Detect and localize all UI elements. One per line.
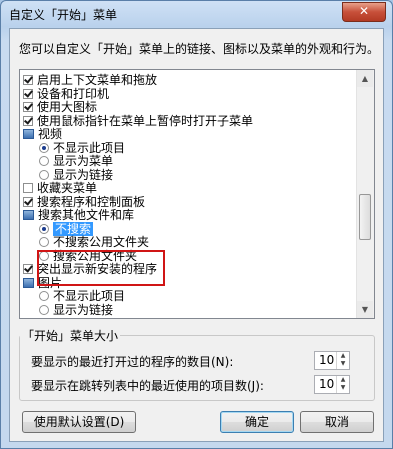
jump-list-label: 要显示在跳转列表中的最近使用的项目数(J): [31,379,264,393]
options-listbox[interactable]: 启用上下文菜单和拖放 设备和打印机 使用大图标 使用鼠标指针在菜单上暂停时打开子菜单视… [19,69,375,319]
list-item-label: 不显示此项目 [53,140,126,155]
list-group-header: 图片 [23,276,62,290]
list-item[interactable]: 突出显示新安装的程序 [23,262,157,276]
radio-icon[interactable] [39,156,49,166]
list-item-label: 显示为菜单 [53,154,114,168]
title-bar: 自定义「开始」菜单 ✕ [1,1,392,25]
checkbox-icon[interactable] [23,102,33,112]
spin-down-icon[interactable]: ▼ [337,384,349,392]
list-item[interactable]: 不搜索 [39,221,94,236]
cancel-button[interactable]: 取消 [300,411,374,433]
spin-down-icon[interactable]: ▼ [337,360,349,368]
radio-icon[interactable] [39,250,49,261]
list-item-label: 不搜索公用文件夹 [53,235,150,249]
description-text: 您可以自定义「开始」菜单上的链接、图标以及菜单的外观和行为。 [19,42,380,56]
list-item-label: 不显示此项目 [53,289,126,303]
checkbox-icon[interactable] [23,88,33,99]
list-item[interactable]: 不显示此项目 [39,289,125,303]
list-item-label: 视频 [38,127,63,141]
radio-icon[interactable] [39,142,49,153]
list-item[interactable]: 不搜索公用文件夹 [39,235,149,249]
folder-icon [23,277,34,288]
scroll-down-icon[interactable]: ▼ [357,301,373,318]
spinner-buttons[interactable]: ▲ ▼ [336,352,349,369]
spin-up-icon[interactable]: ▲ [337,376,349,384]
list-item[interactable]: 启用上下文菜单和拖放 [23,73,157,87]
list-item[interactable]: 显示为链接 [39,168,113,182]
folder-icon [23,129,34,139]
list-item-label: 突出显示新安装的程序 [37,262,158,276]
checkbox-icon[interactable] [23,75,33,85]
checkbox-icon[interactable] [23,183,33,193]
list-item[interactable]: 显示为菜单 [39,154,113,168]
options-list: 启用上下文菜单和拖放 设备和打印机 使用大图标 使用鼠标指针在菜单上暂停时打开子菜单视… [20,70,357,318]
list-item-label: 使用鼠标指针在菜单上暂停时打开子菜单 [37,113,254,128]
list-item-label: 图片 [38,275,63,290]
checkbox-icon[interactable] [23,264,33,274]
list-item[interactable]: 显示为链接 [39,303,113,317]
customize-start-menu-dialog: 自定义「开始」菜单 ✕ 您可以自定义「开始」菜单上的链接、图标以及菜单的外观和行… [0,0,393,449]
list-item-label: 搜索公用文件夹 [53,248,138,263]
list-item[interactable]: 搜索公用文件夹 [39,249,137,263]
list-item-label: 搜索其他文件和库 [38,208,135,222]
list-item[interactable]: 使用大图标 [23,100,97,114]
folder-icon [23,210,34,220]
recent-programs-spinner[interactable]: 10 ▲ ▼ [314,351,350,370]
list-item-label: 启用上下文菜单和拖放 [37,73,158,87]
close-icon: ✕ [358,4,370,18]
list-group-header: 视频 [23,127,62,141]
dialog-body: 您可以自定义「开始」菜单上的链接、图标以及菜单的外观和行为。 启用上下文菜单和拖… [9,28,384,442]
checkbox-icon[interactable] [23,115,33,126]
list-item[interactable]: 设备和打印机 [23,87,109,101]
recent-programs-label: 要显示的最近打开过的程序的数目(N): [31,355,234,369]
close-button[interactable]: ✕ [342,2,386,22]
list-item[interactable]: 不显示此项目 [39,141,125,155]
jump-list-spinner[interactable]: 10 ▲ ▼ [314,375,350,394]
scroll-up-icon[interactable]: ▲ [357,70,373,87]
radio-icon[interactable] [39,304,49,315]
checkbox-icon[interactable] [23,196,33,207]
list-item-label: 使用大图标 [37,100,98,114]
use-defaults-button[interactable]: 使用默认设置(D) [22,411,136,433]
menu-size-group-title: 「开始」菜单大小 [20,327,121,344]
radio-icon[interactable] [39,291,49,301]
list-item[interactable]: 搜索程序和控制面板 [23,195,145,209]
scroll-thumb[interactable] [359,194,371,240]
list-item-label: 收藏夹菜单 [37,181,98,195]
jump-list-value: 10 [319,377,335,391]
list-item-label: 不搜索 [53,221,94,236]
list-group-header: 搜索其他文件和库 [23,208,134,222]
ok-button[interactable]: 确定 [220,411,294,433]
list-item-label: 显示为链接 [53,302,114,317]
vertical-scrollbar[interactable]: ▲ ▼ [356,70,374,318]
radio-icon[interactable] [39,169,49,180]
radio-icon[interactable] [39,223,49,234]
spin-up-icon[interactable]: ▲ [337,352,349,360]
spinner-buttons[interactable]: ▲ ▼ [336,376,349,393]
list-item[interactable]: 使用鼠标指针在菜单上暂停时打开子菜单 [23,114,253,128]
list-item-label: 显示为链接 [53,167,114,182]
list-item-label: 搜索程序和控制面板 [37,194,146,209]
radio-icon[interactable] [39,237,49,247]
recent-programs-value: 10 [319,353,335,367]
window-title: 自定义「开始」菜单 [9,8,118,22]
list-item-label: 设备和打印机 [37,86,110,101]
list-item[interactable]: 收藏夹菜单 [23,181,97,195]
